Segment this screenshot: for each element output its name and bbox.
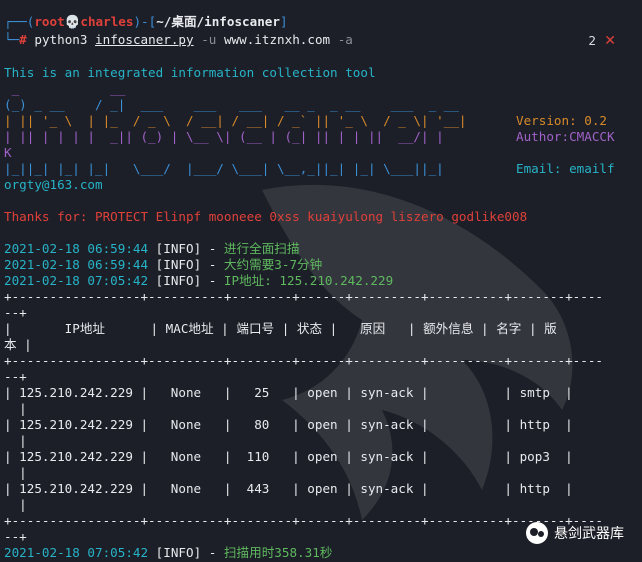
banner-row-3: | || '_ \ | |_ / _ \ / __| / __| / _` ||… [4,113,467,128]
table-row: | 125.210.242.229 | None | 110 | open | … [4,449,573,464]
intro-text: This is an integrated information collec… [4,65,376,80]
table-row: | 125.210.242.229 | None | 443 | open | … [4,481,573,496]
prompt-line-1: ┌──(root💀charles)-[~/桌面/infoscaner] [4,14,288,29]
wechat-icon [526,522,548,544]
table-row-wrap: | [4,433,27,448]
table-header-wrap: 本 | [4,337,32,352]
wechat-watermark: 悬剑武器库 [526,522,624,544]
table-row-wrap: | [4,401,27,416]
table-header: | IP地址 | MAC地址 | 端口号 | 状态 | 原因 | 额外信息 | … [4,321,557,336]
table-border-wrap: --+ [4,529,27,544]
table-border: +-----------------+----------+--------+-… [4,353,603,368]
table-border-wrap: --+ [4,369,27,384]
watermark-text: 悬剑武器库 [554,526,624,542]
log-line: 2021-02-18 06:59:44 [INFO] - 大约需要3-7分钟 [4,257,323,272]
banner-row-5: K [4,145,12,160]
email-label: Email: emailf [516,161,615,176]
table-row-wrap: | [4,465,27,480]
table-border-wrap: --+ [4,305,27,320]
table-row: | 125.210.242.229 | None | 25 | open | s… [4,385,573,400]
banner-row-1: _ __ [4,81,512,96]
close-icon[interactable]: ✕ [604,33,616,49]
log-line: 2021-02-18 06:59:44 [INFO] - 进行全面扫描 [4,241,300,256]
prompt-line-2[interactable]: └─# python3 infoscaner.py -u www.itznxh.… [4,32,353,48]
version-label: Version: 0.2 [516,113,607,128]
kali-dragon-watermark-icon [262,184,573,520]
table-border: +-----------------+----------+--------+-… [4,289,603,304]
banner-row-6: |_||_| |_| |_| \___/ |___/ \___| \__,_||… [4,161,467,176]
thanks-text: Thanks for: PROTECT Elinpf mooneee 0xss … [4,209,528,224]
job-count: 2 [588,33,596,48]
table-border: +-----------------+----------+--------+-… [4,513,603,528]
author-label: Author:CMACCK [516,129,615,144]
final-log-line: 2021-02-18 07:05:42 [INFO] - 扫描用时358.31秒 [4,545,333,560]
email-label-wrap: orgty@163.com [4,177,103,192]
log-line: 2021-02-18 07:05:42 [INFO] - IP地址: 125.2… [4,273,394,288]
table-row-wrap: | [4,497,27,512]
banner-row-4: | || | | | | _|| (_) | \__ \| (__ | (_| … [4,129,467,144]
table-row: | 125.210.242.229 | None | 80 | open | s… [4,417,573,432]
banner-row-2: (_) _ __ / _| ___ ___ ___ __ _ _ __ ___ … [4,97,512,112]
terminal-window[interactable]: ┌──(root💀charles)-[~/桌面/infoscaner] └─# … [0,0,642,562]
